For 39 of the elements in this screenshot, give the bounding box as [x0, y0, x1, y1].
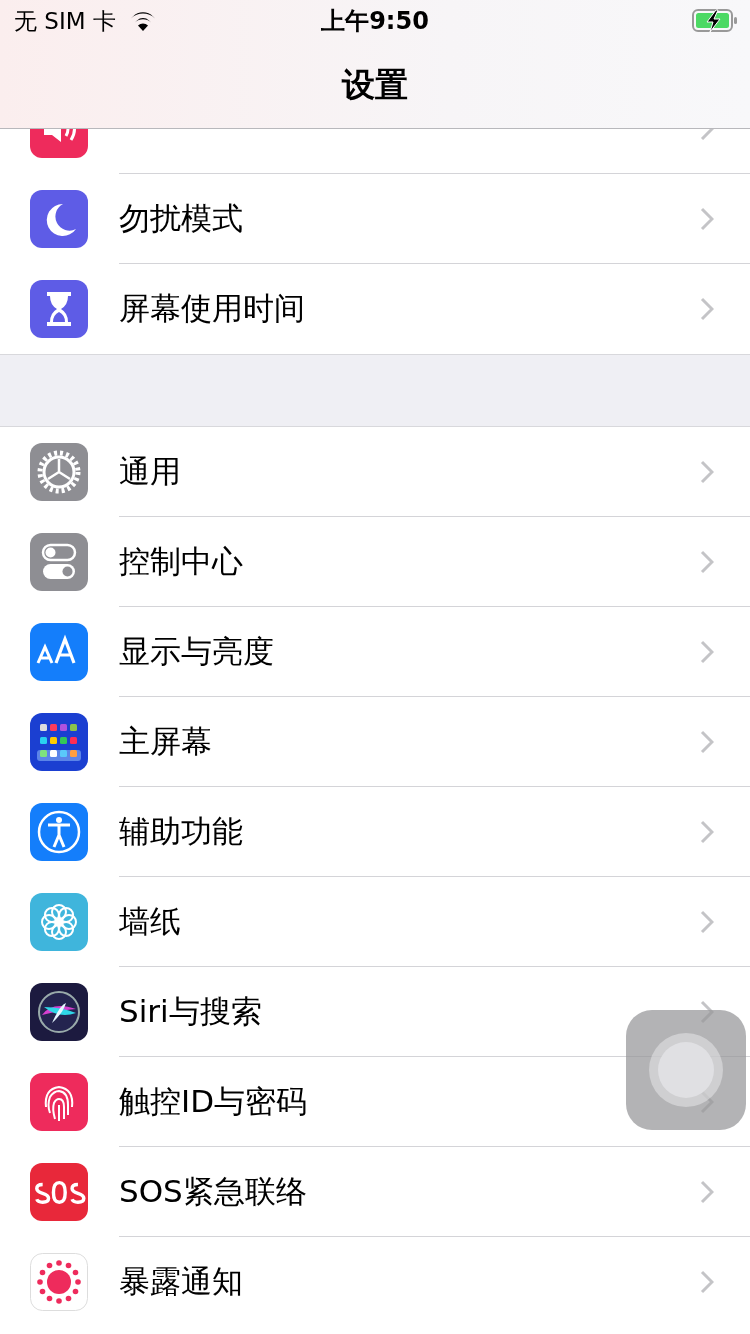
gear-icon — [30, 443, 88, 501]
row-label: 墙纸 — [119, 901, 181, 941]
flower-icon — [30, 893, 88, 951]
chevron-icon — [700, 729, 714, 754]
moon-icon — [30, 190, 88, 248]
chevron-icon — [700, 549, 714, 574]
speaker-icon — [30, 129, 88, 158]
accessibility-person-icon — [30, 803, 88, 861]
clock-time: 上午9:50 — [320, 6, 430, 37]
sos-icon — [30, 1163, 88, 1221]
chevron-icon — [700, 459, 714, 484]
row-label: 辅助功能 — [119, 811, 243, 851]
app-grid-icon — [30, 713, 88, 771]
row-label: 显示与亮度 — [119, 631, 274, 671]
row-label: 触控ID与密码 — [119, 1081, 307, 1121]
row-label: 通用 — [119, 451, 181, 491]
row-label: 控制中心 — [119, 541, 243, 581]
row-label: Siri与搜索 — [119, 991, 262, 1031]
chevron-icon — [700, 639, 714, 664]
dotted-sun-icon — [30, 1253, 88, 1311]
chevron-icon — [700, 297, 714, 321]
row-label: SOS紧急联络 — [119, 1171, 307, 1211]
row-label: 暴露通知 — [119, 1262, 243, 1301]
battery-charging-icon — [692, 9, 738, 33]
chevron-icon — [700, 1179, 714, 1204]
page-title: 设置 — [342, 63, 408, 106]
swirl-orb-icon — [30, 983, 88, 1041]
text-size-icon — [30, 623, 88, 681]
row-label: 屏幕使用时间 — [119, 289, 305, 328]
carrier-label: 无 SIM 卡 — [14, 6, 116, 36]
row-label: 主屏幕 — [119, 721, 212, 761]
chevron-icon — [700, 819, 714, 844]
toggle-switches-icon — [30, 533, 88, 591]
hourglass-icon — [30, 280, 88, 338]
chevron-icon — [700, 909, 714, 934]
row-label: 勿扰模式 — [119, 198, 243, 238]
fingerprint-icon — [30, 1073, 88, 1131]
chevron-icon — [700, 206, 714, 231]
chevron-icon — [700, 1270, 714, 1294]
